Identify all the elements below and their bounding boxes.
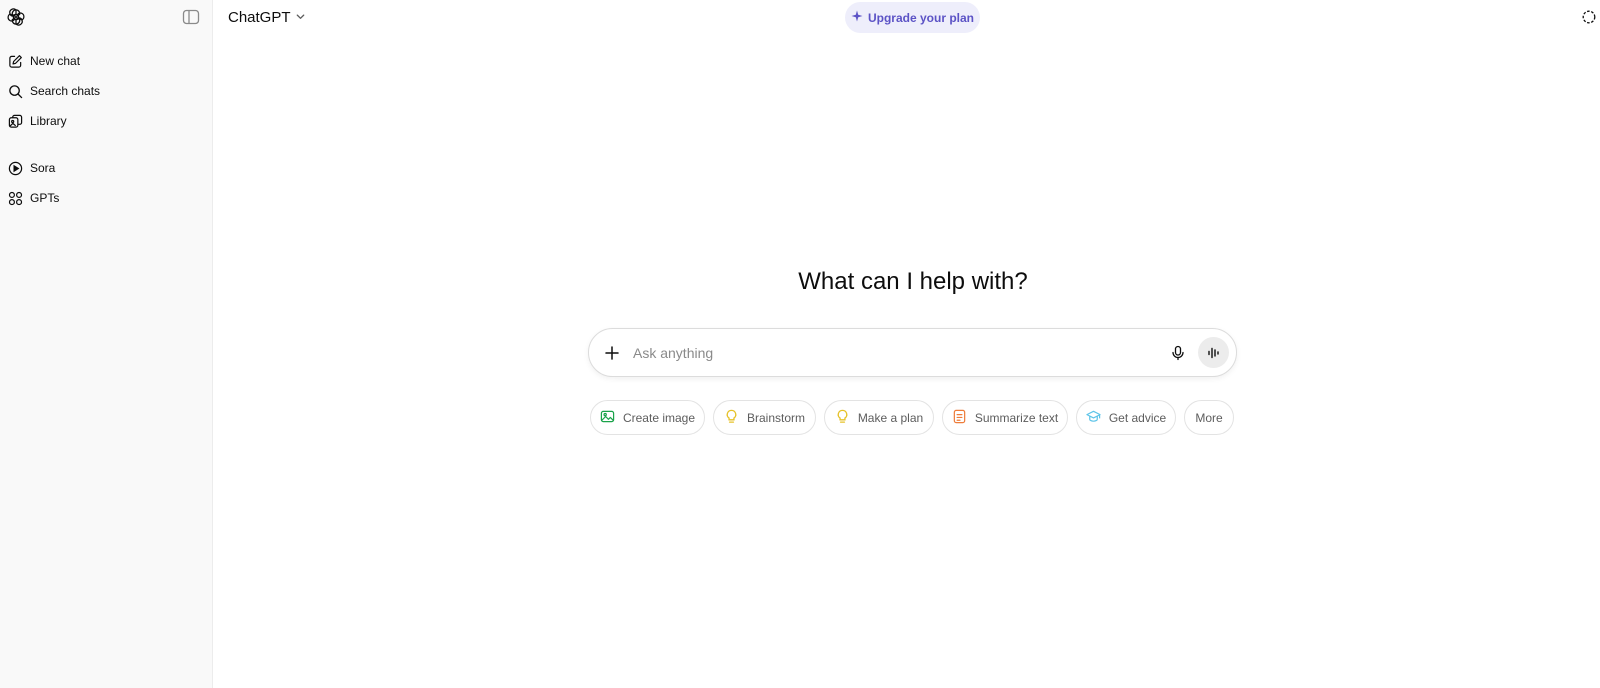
sidebar-item-search-chats[interactable]: Search chats — [8, 78, 204, 104]
brainstorm-chip[interactable]: Brainstorm — [713, 400, 816, 435]
sidebar-item-library[interactable]: Library — [8, 108, 204, 134]
grid-icon — [8, 191, 23, 206]
upgrade-label: Upgrade your plan — [867, 10, 974, 25]
search-icon — [8, 84, 23, 99]
image-icon — [600, 409, 615, 427]
sidebar-item-label: New chat — [30, 54, 81, 68]
chip-label: More — [1195, 410, 1223, 425]
page-title: What can I help with? — [798, 268, 1028, 295]
sidebar-item-label: Sora — [30, 161, 56, 175]
sidebar-item-new-chat[interactable]: New chat — [8, 48, 204, 74]
create-image-chip[interactable]: Create image — [590, 400, 705, 435]
chip-label: Create image — [622, 410, 696, 425]
voice-mode-button[interactable] — [1198, 337, 1229, 368]
chip-label: Make a plan — [857, 410, 924, 425]
chevron-down-icon — [295, 9, 306, 26]
prompt-composer — [588, 328, 1237, 377]
voice-waveform-icon — [1207, 347, 1219, 358]
sparkle-icon — [851, 10, 863, 25]
sidebar-toggle-icon[interactable] — [182, 9, 200, 25]
summarize-text-chip[interactable]: Summarize text — [942, 400, 1068, 435]
app-title: ChatGPT — [228, 8, 291, 26]
sidebar-item-sora[interactable]: Sora — [8, 155, 204, 181]
lightbulb-icon — [835, 409, 850, 427]
sidebar-item-label: Library — [30, 114, 67, 128]
chip-label: Get advice — [1108, 410, 1167, 425]
sidebar-item-gpts[interactable]: GPTs — [8, 185, 204, 211]
plus-icon — [605, 346, 619, 360]
openai-logo-icon[interactable] — [6, 7, 26, 27]
play-circle-icon — [8, 161, 23, 176]
chip-label: Brainstorm — [746, 410, 805, 425]
sidebar: New chat Search chats Library Sora GPTs — [0, 0, 213, 688]
compose-icon — [8, 54, 23, 69]
lightbulb-icon — [724, 409, 739, 427]
document-icon — [952, 409, 967, 427]
upgrade-plan-button[interactable]: Upgrade your plan — [845, 2, 980, 33]
temporary-chat-icon[interactable] — [1582, 10, 1596, 24]
get-advice-chip[interactable]: Get advice — [1076, 400, 1176, 435]
prompt-input[interactable] — [633, 340, 1153, 366]
make-a-plan-chip[interactable]: Make a plan — [824, 400, 934, 435]
sidebar-item-label: Search chats — [30, 84, 101, 98]
library-icon — [8, 114, 23, 129]
suggestion-chips: Create image Brainstorm Make a plan Summ… — [0, 400, 1600, 435]
microphone-icon — [1172, 345, 1184, 361]
dictate-button[interactable] — [1167, 342, 1189, 364]
sidebar-item-label: GPTs — [30, 191, 60, 205]
model-selector[interactable]: ChatGPT — [228, 7, 306, 27]
add-attachment-button[interactable] — [601, 342, 623, 364]
chip-label: Summarize text — [974, 410, 1059, 425]
more-chip[interactable]: More — [1184, 400, 1234, 435]
graduation-cap-icon — [1086, 409, 1101, 427]
